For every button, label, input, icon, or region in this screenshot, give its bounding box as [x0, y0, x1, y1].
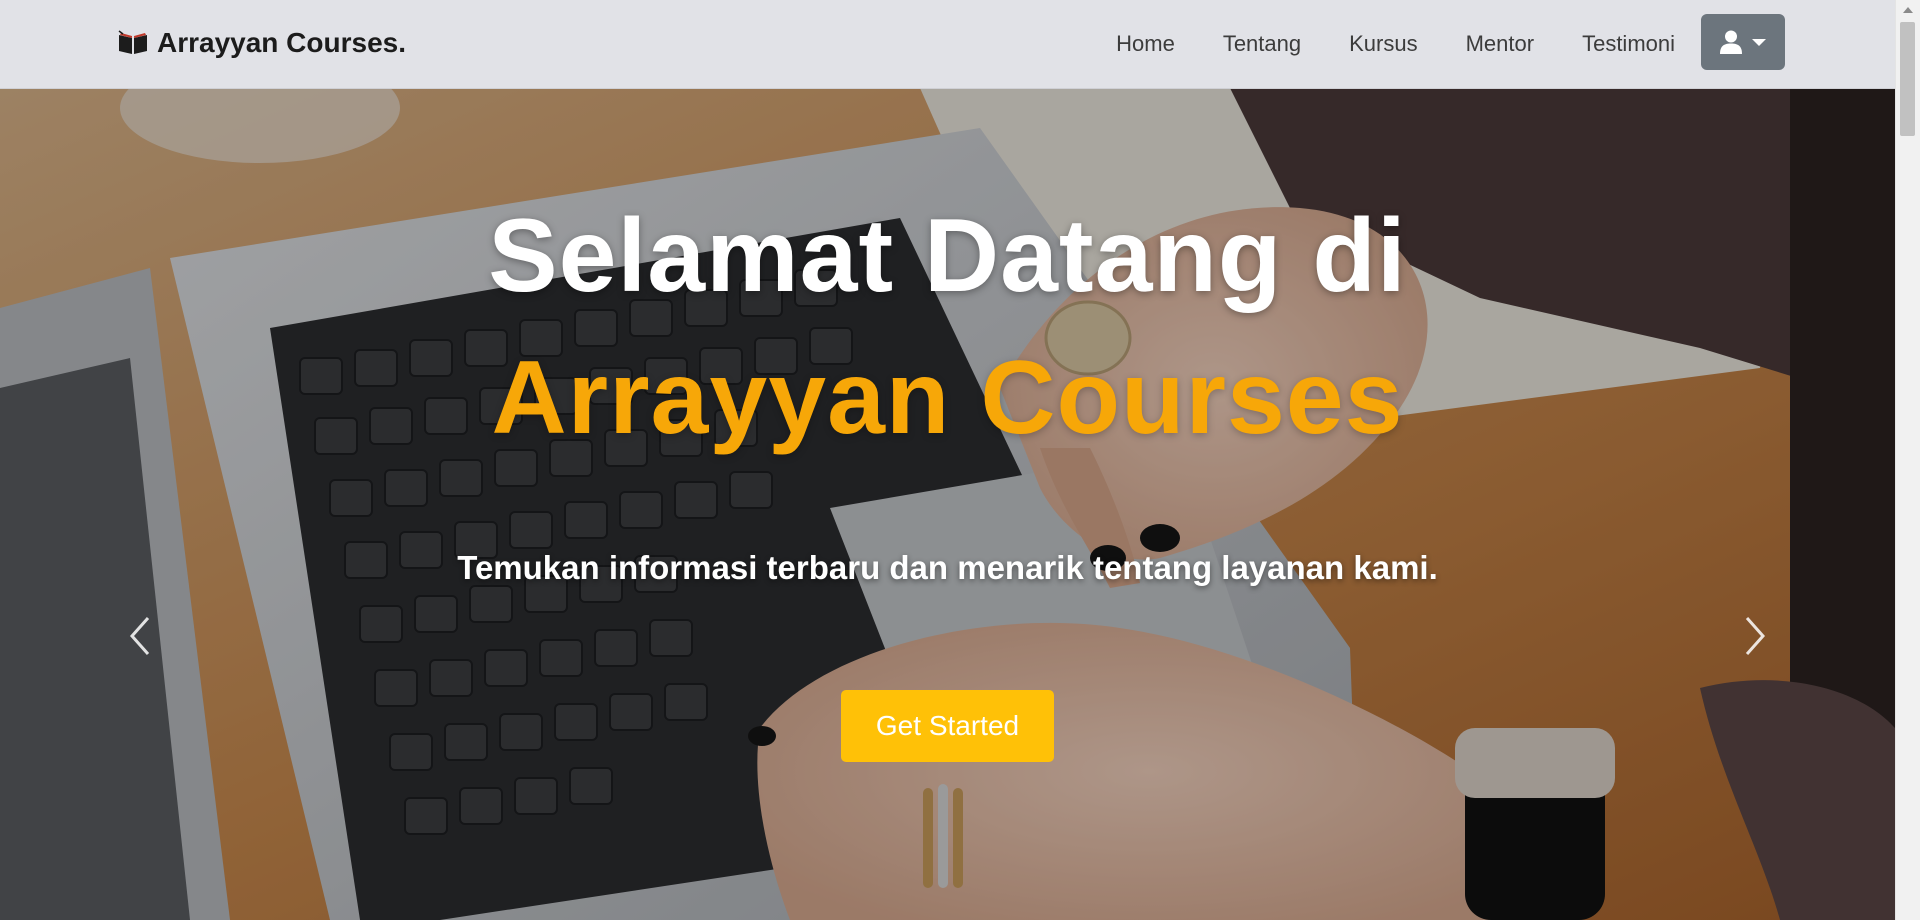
- chevron-right-icon: [1745, 617, 1766, 655]
- get-started-button[interactable]: Get Started: [841, 690, 1054, 762]
- brand-name: Arrayyan Courses.: [157, 27, 407, 58]
- hero-carousel: Selamat Datang di Arrayyan Courses Temuk…: [0, 88, 1895, 920]
- hero-subtitle: Temukan informasi terbaru dan menarik te…: [457, 549, 1438, 586]
- hero-title: Selamat Datang di: [488, 198, 1407, 314]
- nav-link-kursus[interactable]: Kursus: [1349, 31, 1417, 57]
- nav-links: Home Tentang Kursus Mentor Testimoni: [1116, 24, 1675, 64]
- user-icon: [1720, 30, 1742, 54]
- nav-link-tentang[interactable]: Tentang: [1223, 31, 1301, 57]
- user-menu-button[interactable]: [1701, 14, 1785, 70]
- chevron-down-icon: [1752, 38, 1766, 46]
- scroll-up-arrow-icon[interactable]: [1903, 7, 1913, 13]
- hero-title-accent: Arrayyan Courses: [491, 340, 1404, 456]
- nav-link-home[interactable]: Home: [1116, 31, 1175, 57]
- brand-link[interactable]: Arrayyan Courses.: [117, 22, 406, 64]
- carousel-prev-button[interactable]: [122, 608, 162, 664]
- nav-link-mentor[interactable]: Mentor: [1466, 31, 1534, 57]
- navbar: Arrayyan Courses. Home Tentang Kursus Me…: [0, 0, 1895, 89]
- vertical-scrollbar[interactable]: [1895, 0, 1920, 920]
- page: Arrayyan Courses. Home Tentang Kursus Me…: [0, 0, 1920, 920]
- scroll-thumb[interactable]: [1900, 22, 1915, 136]
- nav-link-testimoni[interactable]: Testimoni: [1582, 31, 1675, 57]
- open-book-icon: [118, 30, 147, 54]
- carousel-next-button[interactable]: [1733, 608, 1773, 664]
- chevron-left-icon: [129, 617, 150, 655]
